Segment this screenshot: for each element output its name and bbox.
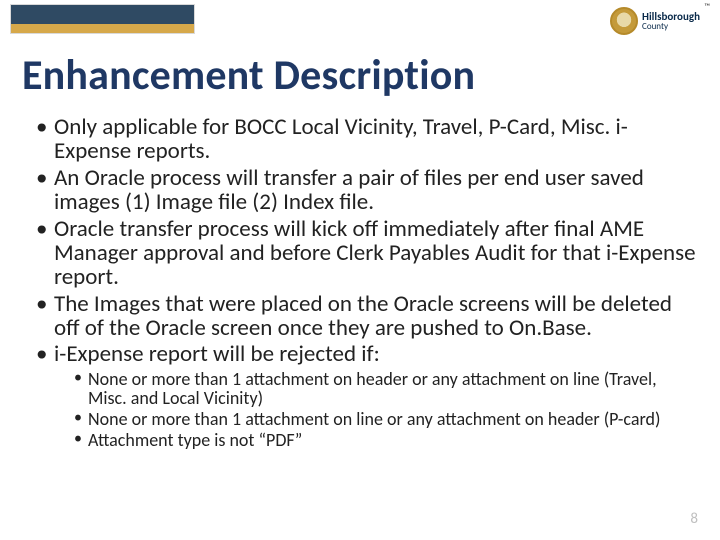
page-number: 8 — [690, 510, 698, 528]
left-logo-stripe — [11, 24, 194, 33]
list-item: An Oracle process will transfer a pair o… — [40, 166, 698, 215]
header-bar: Hillsborough County ™ — [0, 0, 720, 44]
bullet-text: i-Expense report will be rejected if: — [54, 340, 380, 368]
list-item: The Images that were placed on the Oracl… — [40, 292, 698, 341]
main-bullet-list: Only applicable for BOCC Local Vicinity,… — [22, 115, 698, 450]
bullet-text: Only applicable for BOCC Local Vicinity,… — [54, 113, 628, 165]
seal-icon — [610, 7, 638, 35]
list-item: Oracle transfer process will kick off im… — [40, 217, 698, 290]
sub-bullet-text: Attachment type is not “PDF” — [88, 429, 302, 451]
list-item: Only applicable for BOCC Local Vicinity,… — [40, 115, 698, 164]
bullet-text: Oracle transfer process will kick off im… — [54, 215, 696, 292]
list-item: None or more than 1 attachment on line o… — [76, 410, 698, 429]
left-logo — [10, 4, 195, 34]
sub-bullet-list: None or more than 1 attachment on header… — [54, 370, 698, 450]
slide: Hillsborough County ™ Enhancement Descri… — [0, 0, 720, 540]
right-logo: Hillsborough County — [610, 4, 700, 38]
bullet-text: An Oracle process will transfer a pair o… — [54, 164, 644, 216]
sub-bullet-text: None or more than 1 attachment on header… — [88, 368, 657, 409]
sub-bullet-text: None or more than 1 attachment on line o… — [88, 408, 660, 430]
trademark: ™ — [704, 2, 710, 12]
page-title: Enhancement Description — [22, 50, 698, 101]
bullet-text: The Images that were placed on the Oracl… — [54, 290, 672, 342]
list-item: i-Expense report will be rejected if: No… — [40, 342, 698, 450]
county-line2: County — [642, 21, 668, 32]
county-text: Hillsborough County — [642, 11, 700, 31]
list-item: Attachment type is not “PDF” — [76, 431, 698, 450]
list-item: None or more than 1 attachment on header… — [76, 370, 698, 408]
